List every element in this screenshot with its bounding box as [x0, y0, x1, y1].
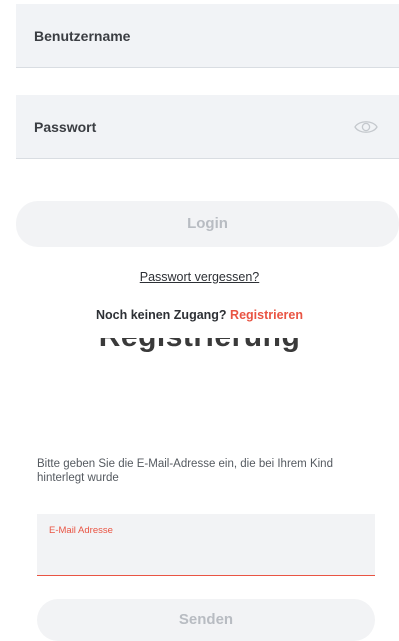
email-label: E-Mail Adresse [49, 525, 113, 536]
register-link[interactable]: Registrieren [230, 308, 303, 322]
register-row: Noch keinen Zugang? Registrieren [0, 308, 399, 322]
login-button[interactable]: Login [16, 201, 399, 247]
username-input[interactable] [16, 4, 399, 67]
send-button[interactable]: Senden [37, 599, 375, 641]
email-field[interactable]: E-Mail Adresse [37, 514, 375, 576]
username-field[interactable] [16, 4, 399, 68]
forgot-password-row: Passwort vergessen? [0, 270, 399, 284]
registration-title: Registrierung [98, 320, 301, 353]
eye-icon[interactable] [353, 117, 379, 137]
email-instruction: Bitte geben Sie die E-Mail-Adresse ein, … [37, 458, 333, 484]
eye-icon-graphic [354, 121, 378, 133]
password-input[interactable] [16, 95, 399, 158]
no-account-text: Noch keinen Zugang? [96, 308, 227, 322]
password-field[interactable] [16, 95, 399, 159]
email-input[interactable] [49, 542, 363, 570]
forgot-password-link[interactable]: Passwort vergessen? [140, 270, 260, 284]
